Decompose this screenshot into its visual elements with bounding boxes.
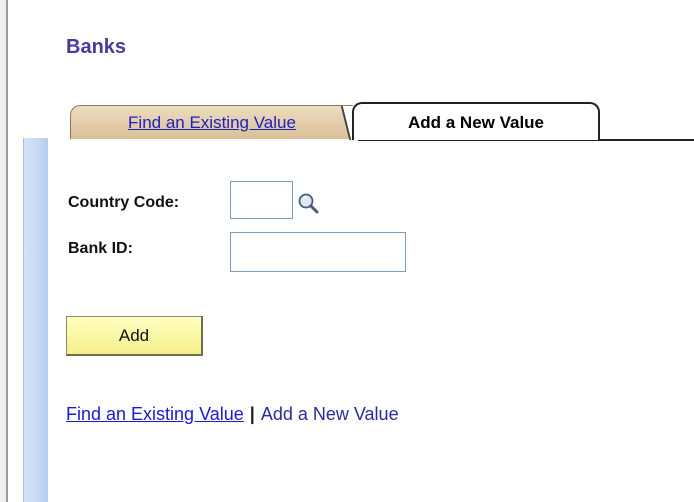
magnifier-icon bbox=[298, 193, 319, 214]
tab-add-new-value-label: Add a New Value bbox=[407, 113, 545, 132]
link-separator: | bbox=[249, 404, 255, 424]
tab-find-existing-value[interactable]: Find an Existing Value bbox=[70, 105, 353, 139]
tab-add-new-value[interactable]: Add a New Value bbox=[352, 102, 600, 140]
bottom-links: Find an Existing Value | Add a New Value bbox=[66, 404, 399, 425]
link-find-existing-value[interactable]: Find an Existing Value bbox=[66, 404, 244, 424]
tab-find-existing-value-label[interactable]: Find an Existing Value bbox=[128, 113, 296, 132]
page-title: Banks bbox=[66, 36, 127, 58]
country-code-input[interactable] bbox=[230, 181, 293, 219]
left-navigation-panel bbox=[23, 138, 48, 502]
country-code-label: Country Code: bbox=[68, 194, 180, 211]
bank-id-input[interactable] bbox=[230, 232, 406, 272]
link-add-new-value: Add a New Value bbox=[260, 404, 399, 424]
add-button[interactable]: Add bbox=[66, 316, 203, 356]
bank-id-label: Bank ID: bbox=[68, 240, 133, 257]
left-window-edge bbox=[0, 0, 8, 502]
lookup-icon[interactable] bbox=[296, 192, 322, 214]
tab-bar: Find an Existing Value Add a New Value bbox=[66, 102, 694, 142]
